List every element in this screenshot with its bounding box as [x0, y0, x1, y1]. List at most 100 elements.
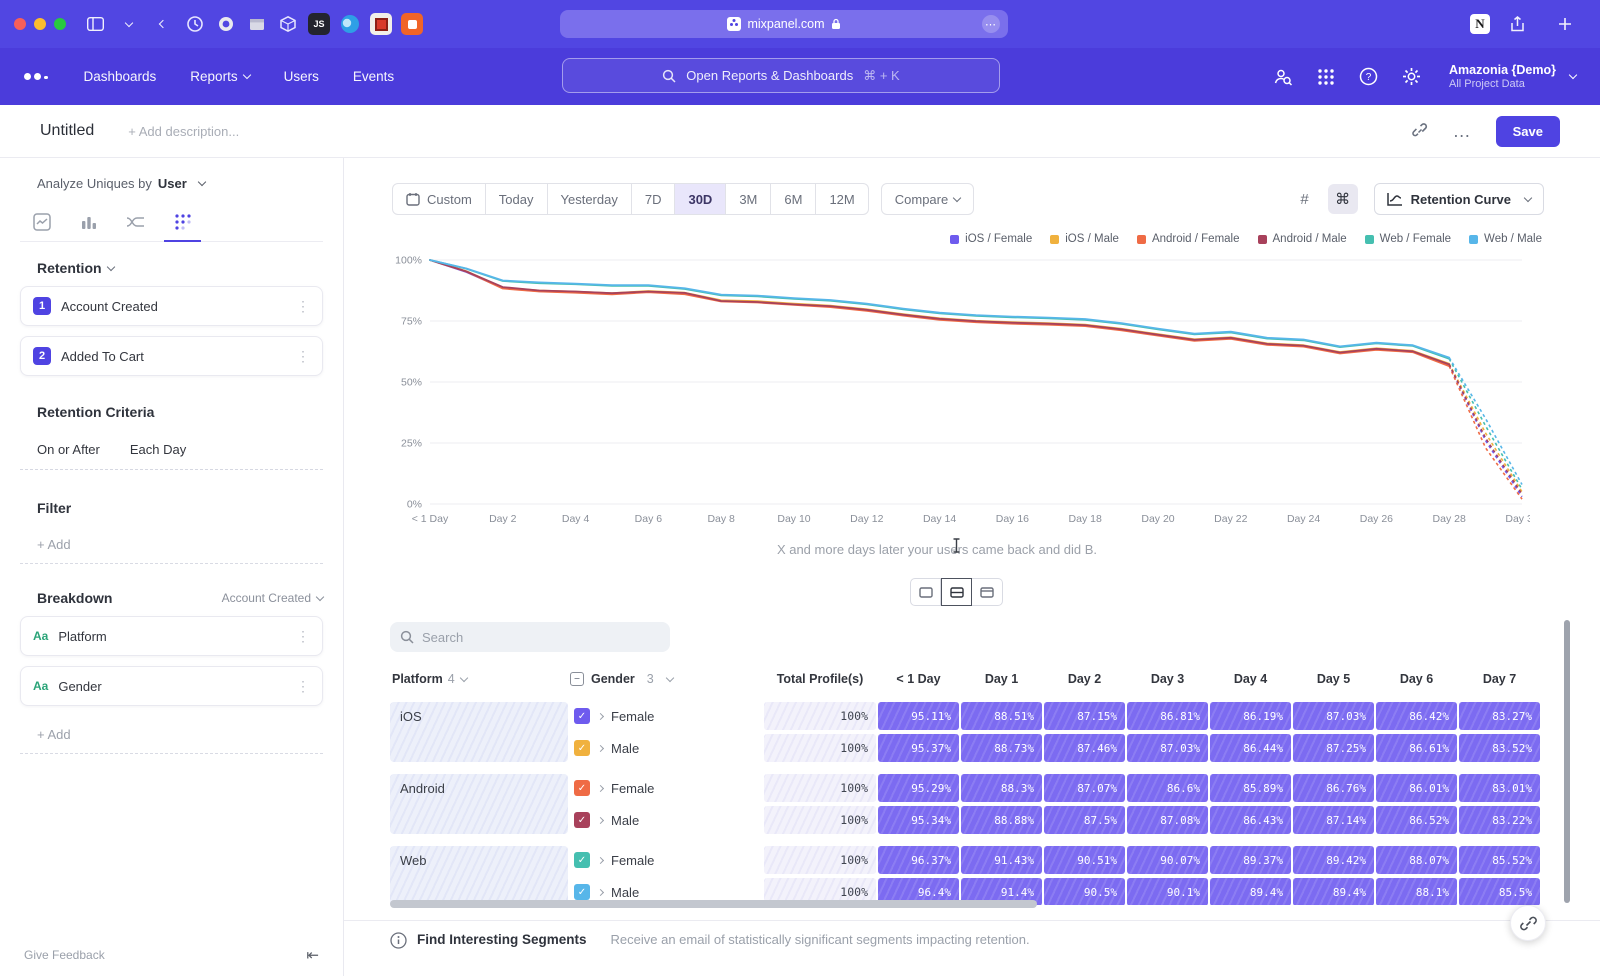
table-header-day-column[interactable]: Day 6 — [1376, 672, 1457, 686]
share-link-fab[interactable] — [1510, 905, 1546, 941]
target-icon[interactable] — [215, 13, 237, 35]
retention-value-cell[interactable]: 90.07% — [1127, 846, 1208, 874]
chevron-right-icon[interactable] — [597, 816, 604, 823]
retention-value-cell[interactable]: 86.81% — [1127, 702, 1208, 730]
add-filter-button[interactable]: + Add — [20, 526, 323, 564]
help-icon[interactable]: ? — [1359, 67, 1378, 86]
new-tab-icon[interactable] — [1552, 11, 1578, 37]
window-controls[interactable] — [14, 18, 66, 30]
report-title[interactable]: Untitled — [40, 122, 94, 140]
retention-value-cell[interactable]: 86.42% — [1376, 702, 1457, 730]
retention-value-cell[interactable]: 87.03% — [1127, 734, 1208, 762]
legend-item[interactable]: Android / Female — [1137, 233, 1240, 245]
blue-app-icon[interactable] — [339, 13, 361, 35]
retention-value-cell[interactable]: 86.76% — [1293, 774, 1374, 802]
tab-insights[interactable] — [20, 203, 63, 241]
total-profiles-cell[interactable]: 100% — [764, 806, 876, 834]
series-checkbox[interactable]: ✓ — [574, 740, 590, 756]
retention-value-cell[interactable]: 95.11% — [878, 702, 959, 730]
orange-app-icon[interactable] — [401, 13, 423, 35]
legend-item[interactable]: Android / Male — [1258, 233, 1347, 245]
give-feedback-link[interactable]: Give Feedback — [24, 948, 105, 962]
chevron-right-icon[interactable] — [597, 744, 604, 751]
notion-extension-icon[interactable]: N — [1470, 14, 1490, 34]
legend-item[interactable]: iOS / Female — [950, 233, 1032, 245]
range-button-30d[interactable]: 30D — [675, 183, 726, 215]
zoom-window-button[interactable] — [54, 18, 66, 30]
retention-value-cell[interactable]: 88.3% — [961, 774, 1042, 802]
range-button-custom[interactable]: Custom — [392, 183, 486, 215]
table-header-total-profiles[interactable]: Total Profile(s) — [764, 672, 876, 686]
breakdown-applies-to-selector[interactable]: Account Created — [222, 591, 323, 605]
more-options-icon[interactable]: … — [1453, 121, 1472, 142]
vertical-scrollbar[interactable] — [1564, 620, 1570, 903]
series-checkbox[interactable]: ✓ — [574, 852, 590, 868]
js-app-icon[interactable]: JS — [308, 13, 330, 35]
chart-type-selector[interactable]: Retention Curve — [1374, 183, 1544, 215]
retention-value-cell[interactable]: 96.37% — [878, 846, 959, 874]
table-header-day-column[interactable]: Day 4 — [1210, 672, 1291, 686]
retention-value-cell[interactable]: 88.73% — [961, 734, 1042, 762]
platform-cell[interactable]: iOS — [390, 702, 568, 762]
address-bar[interactable]: mixpanel.com ⋯ — [560, 10, 1008, 38]
gender-cell[interactable]: ✓Male — [570, 734, 762, 762]
retention-value-cell[interactable]: 85.52% — [1459, 846, 1540, 874]
range-button-12m[interactable]: 12M — [816, 183, 868, 215]
horizontal-scrollbar[interactable] — [390, 900, 1546, 908]
retention-value-cell[interactable]: 86.61% — [1376, 734, 1457, 762]
retention-value-cell[interactable]: 86.6% — [1127, 774, 1208, 802]
retention-value-cell[interactable]: 95.34% — [878, 806, 959, 834]
table-header-day-column[interactable]: Day 7 — [1459, 672, 1540, 686]
series-checkbox[interactable]: ✓ — [574, 812, 590, 828]
retention-step-account-created[interactable]: 1Account Created⋮ — [20, 286, 323, 326]
retention-value-cell[interactable]: 87.14% — [1293, 806, 1374, 834]
retention-value-cell[interactable]: 83.01% — [1459, 774, 1540, 802]
settings-gear-icon[interactable] — [1402, 67, 1421, 86]
criteria-on-or-after[interactable]: On or After — [37, 442, 100, 457]
retention-section-title[interactable]: Retention — [37, 260, 323, 276]
legend-item[interactable]: Web / Female — [1365, 233, 1451, 245]
kebab-menu-icon[interactable]: ⋮ — [296, 298, 310, 315]
compare-button[interactable]: Compare — [881, 183, 974, 215]
total-profiles-cell[interactable]: 100% — [764, 734, 876, 762]
copy-link-icon[interactable] — [1411, 122, 1429, 140]
analyze-uniques-selector[interactable]: Analyze Uniques by User — [37, 176, 323, 191]
gender-cell[interactable]: ✓Male — [570, 806, 762, 834]
red-app-icon[interactable] — [370, 13, 392, 35]
retention-value-cell[interactable]: 86.52% — [1376, 806, 1457, 834]
retention-value-cell[interactable]: 90.51% — [1044, 846, 1125, 874]
retention-value-cell[interactable]: 88.51% — [961, 702, 1042, 730]
breakdown-item-platform[interactable]: AaPlatform⋮ — [20, 616, 323, 656]
retention-value-cell[interactable]: 95.37% — [878, 734, 959, 762]
gender-cell[interactable]: ✓Female — [570, 846, 762, 874]
retention-value-cell[interactable]: 85.89% — [1210, 774, 1291, 802]
retention-value-cell[interactable]: 86.43% — [1210, 806, 1291, 834]
tab-retention[interactable] — [161, 203, 204, 241]
retention-value-cell[interactable]: 86.01% — [1376, 774, 1457, 802]
retention-value-cell[interactable]: 86.44% — [1210, 734, 1291, 762]
kebab-menu-icon[interactable]: ⋮ — [296, 678, 310, 695]
series-checkbox[interactable]: ✓ — [574, 780, 590, 796]
project-switcher[interactable]: Amazonia {Demo} All Project Data — [1449, 63, 1576, 91]
segments-footer-title[interactable]: Find Interesting Segments — [417, 932, 587, 947]
collapse-sidebar-icon[interactable]: ⇤ — [306, 946, 319, 964]
tab-flows[interactable] — [114, 203, 157, 241]
analyze-value[interactable]: User — [158, 176, 187, 191]
site-options-icon[interactable]: ⋯ — [982, 15, 1000, 33]
series-checkbox[interactable]: ✓ — [574, 884, 590, 900]
total-profiles-cell[interactable]: 100% — [764, 774, 876, 802]
range-button-today[interactable]: Today — [486, 183, 548, 215]
retention-value-cell[interactable]: 91.43% — [961, 846, 1042, 874]
nav-item-users[interactable]: Users — [284, 69, 319, 84]
retention-step-added-to-cart[interactable]: 2Added To Cart⋮ — [20, 336, 323, 376]
gender-cell[interactable]: ✓Female — [570, 774, 762, 802]
add-breakdown-button[interactable]: + Add — [20, 716, 323, 754]
table-search-input[interactable] — [422, 630, 642, 645]
mixpanel-logo[interactable] — [24, 73, 48, 80]
platform-cell[interactable]: Web — [390, 846, 568, 905]
annotations-icon[interactable]: # — [1290, 184, 1320, 214]
add-description-button[interactable]: + Add description... — [128, 124, 239, 139]
user-lookup-icon[interactable] — [1273, 67, 1293, 87]
retention-value-cell[interactable]: 83.22% — [1459, 806, 1540, 834]
table-header-platform[interactable]: Platform4 — [390, 672, 568, 686]
